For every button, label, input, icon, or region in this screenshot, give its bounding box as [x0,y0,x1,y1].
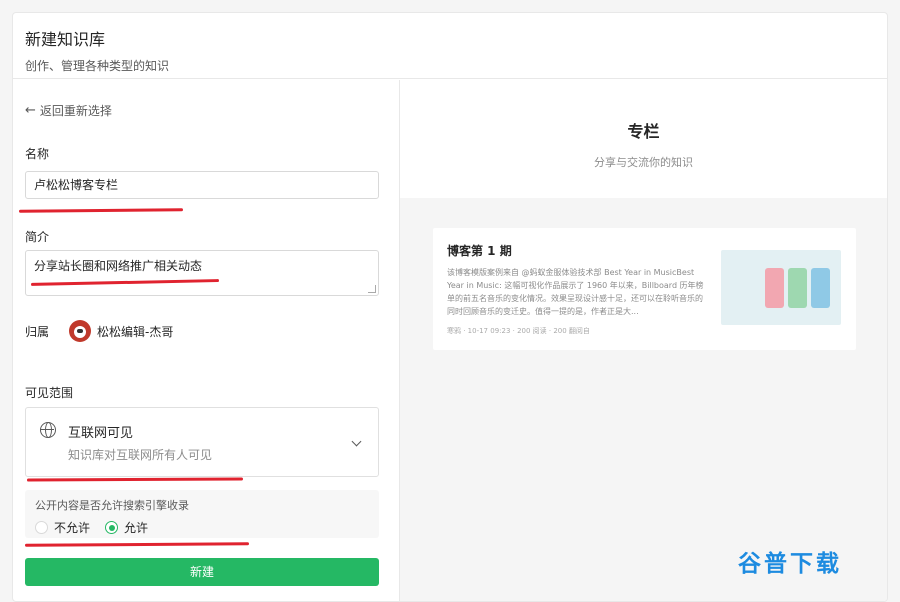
annotation-underline [27,477,243,481]
watermark-logo: 谷普下载 [738,544,842,578]
back-link[interactable]: ← 返回重新选择 [25,102,112,119]
annotation-underline [19,208,183,212]
globe-icon [40,422,56,438]
page-title: 新建知识库 [25,29,887,51]
intro-label: 简介 [25,228,49,245]
intro-text: 分享站长圈和网络推广相关动态 [34,259,202,273]
preview-title: 专栏 [400,80,887,142]
post-thumbnail [721,250,841,325]
phone-mockup [788,268,807,308]
phone-mockup [765,268,784,308]
name-label: 名称 [25,145,49,162]
seo-question: 公开内容是否允许搜索引擎收录 [35,497,189,513]
radio-label: 允许 [124,519,148,536]
post-meta: 寒鸦 · 10-17 09:23 · 200 阅读 · 200 翻阅自 [447,326,590,336]
arrow-left-icon: ← [25,103,36,118]
visibility-label: 可见范围 [25,384,73,401]
avatar [69,320,91,342]
visibility-description: 知识库对互联网所有人可见 [68,446,212,463]
page-subtitle: 创作、管理各种类型的知识 [25,57,887,74]
intro-textarea[interactable]: 分享站长圈和网络推广相关动态 [25,250,379,296]
radio-label: 不允许 [54,519,90,536]
name-input[interactable]: 卢松松博客专栏 [25,171,379,199]
visibility-title: 互联网可见 [68,422,133,441]
form-column: ← 返回重新选择 名称 卢松松博客专栏 简介 分享站长圈和网络推广相关动态 归属… [13,80,399,601]
preview-header: 专栏 分享与交流你的知识 [400,80,887,198]
annotation-underline [25,542,249,547]
post-title: 博客第 1 期 [447,242,512,259]
radio-disallow[interactable]: 不允许 [35,519,90,536]
chevron-down-icon [352,437,362,447]
radio-allow[interactable]: 允许 [105,519,148,536]
visibility-select[interactable]: 互联网可见 知识库对互联网所有人可见 [25,407,379,477]
post-card: 博客第 1 期 该博客模版案例来自 @蚂蚁金服体验技术部 Best Year i… [433,228,856,350]
post-description: 该博客模版案例来自 @蚂蚁金服体验技术部 Best Year in MusicB… [447,266,705,318]
seo-setting: 公开内容是否允许搜索引擎收录 不允许 允许 [25,490,379,538]
resize-grip-icon[interactable] [368,285,376,293]
owner-row: 归属 松松编辑-杰哥 [25,320,173,342]
owner-name: 松松编辑-杰哥 [97,323,173,340]
owner-label: 归属 [25,323,49,340]
radio-dot-selected [105,521,118,534]
back-label: 返回重新选择 [40,102,112,119]
create-knowledge-base-panel: 新建知识库 创作、管理各种类型的知识 ← 返回重新选择 名称 卢松松博客专栏 简… [12,12,888,602]
create-button[interactable]: 新建 [25,558,379,586]
preview-column: 专栏 分享与交流你的知识 博客第 1 期 该博客模版案例来自 @蚂蚁金服体验技术… [399,80,887,601]
phone-mockup [811,268,830,308]
preview-body: 博客第 1 期 该博客模版案例来自 @蚂蚁金服体验技术部 Best Year i… [400,198,887,601]
radio-dot [35,521,48,534]
preview-subtitle: 分享与交流你的知识 [400,154,887,170]
panel-header: 新建知识库 创作、管理各种类型的知识 [13,13,887,79]
